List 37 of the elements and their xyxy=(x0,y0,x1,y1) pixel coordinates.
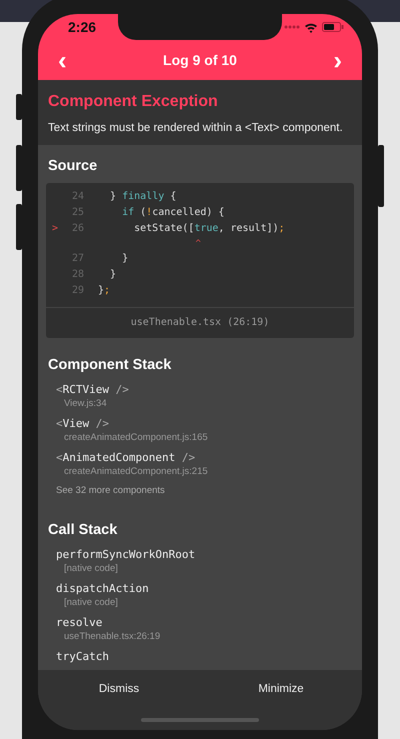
error-title: Component Exception xyxy=(48,92,219,112)
function-name: resolve xyxy=(56,614,104,630)
code-line: if (!cancelled) { xyxy=(121,206,224,220)
source-location: createAnimatedComponent.js:215 xyxy=(64,465,209,478)
code-line: } xyxy=(121,252,128,266)
code-line: } xyxy=(109,268,116,282)
source-location: [native code] xyxy=(64,596,119,608)
signal-icon xyxy=(284,25,300,29)
source-location: [native code] xyxy=(64,562,119,574)
see-more-link[interactable]: See 32 more components xyxy=(46,484,354,498)
code-line: setState([true, result]); xyxy=(133,222,285,236)
section-heading: Component Stack xyxy=(48,356,172,374)
footer-button[interactable]: Minimize xyxy=(200,670,362,710)
footer-button[interactable]: Dismiss xyxy=(38,670,200,710)
previous-button[interactable]: ‹ xyxy=(54,47,71,73)
component-name: <AnimatedComponent /> xyxy=(56,450,196,466)
code-line: }; xyxy=(98,284,110,298)
component-name: <View /> xyxy=(56,416,110,432)
function-name: tryCatch xyxy=(56,648,110,664)
code-line: } finally { xyxy=(109,190,176,204)
battery-icon xyxy=(322,22,344,32)
source-location: useThenable.tsx:26:19 xyxy=(64,630,162,642)
source-location: createAnimatedComponent.js:165 xyxy=(64,431,209,444)
function-name: performSyncWorkOnRoot xyxy=(56,546,196,562)
wifi-icon xyxy=(304,22,318,32)
error-caret: ^ xyxy=(194,238,201,252)
header-title: Log 9 of 10 xyxy=(163,50,237,70)
error-message: Text strings must be rendered within a <Text> component. xyxy=(48,121,344,136)
component-name: <RCTView /> xyxy=(56,382,130,398)
status-time: 2:26 xyxy=(68,18,96,36)
function-name: dispatchAction xyxy=(56,580,150,596)
code-file-location: useThenable.tsx (26:19) xyxy=(46,307,354,338)
section-heading: Call Stack xyxy=(48,520,118,538)
source-location: View.js:34 xyxy=(64,397,108,410)
next-button[interactable]: › xyxy=(329,47,346,73)
error-marker: > xyxy=(50,222,58,236)
section-heading: Source xyxy=(48,157,98,176)
